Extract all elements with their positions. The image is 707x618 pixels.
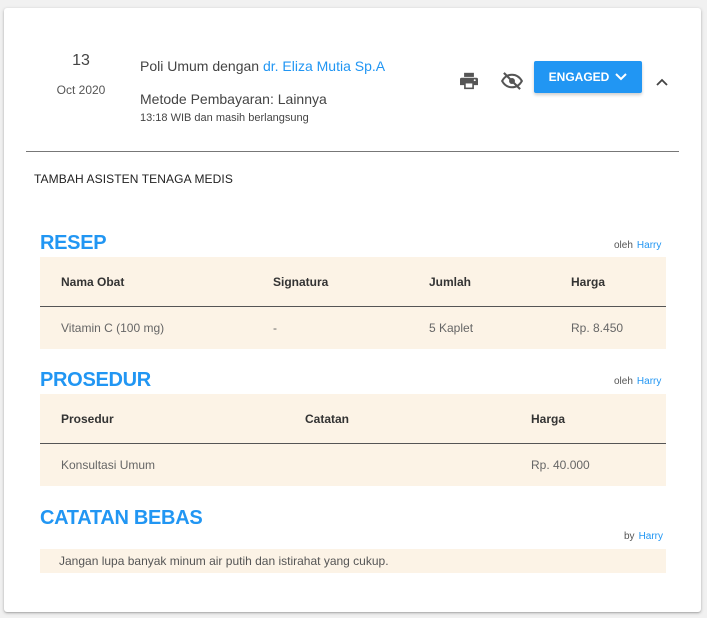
prosedur-col-prosedur: Prosedur [61,412,114,426]
payment-method: Metode Pembayaran: Lainnya [140,91,327,107]
print-button[interactable] [456,68,482,94]
chevron-down-icon [615,73,628,81]
add-assistant-button[interactable]: TAMBAH ASISTEN TENAGA MEDIS [34,172,233,186]
collapse-button[interactable] [649,69,675,95]
prosedur-table: Prosedur Catatan Harga Konsultasi Umum R… [40,394,666,486]
status-label: ENGAGED [548,70,610,84]
prosedur-col-catatan: Catatan [305,412,350,426]
visit-title-prefix: Poli Umum dengan [140,58,260,74]
visit-day: 13 [72,52,90,69]
doctor-link[interactable]: dr. Eliza Mutia Sp.A [263,58,385,74]
catatan-title: CATATAN BEBAS [40,507,203,529]
resep-by-label: oleh [614,240,633,251]
resep-title: RESEP [40,232,107,254]
status-dropdown-button[interactable]: ENGAGED [534,61,642,93]
resep-header-row: Nama Obat Signatura Jumlah Harga [40,257,666,307]
resep-author-line: oleh Harry [614,240,661,251]
resep-table: Nama Obat Signatura Jumlah Harga Vitamin… [40,257,666,349]
catatan-text: Jangan lupa banyak minum air putih dan i… [40,549,666,573]
resep-col-harga: Harga [571,275,606,289]
printer-icon [460,72,478,90]
visit-month-year: Oct 2020 [56,83,106,97]
prosedur-col-harga: Harga [531,412,566,426]
visit-title: Poli Umum dengan dr. Eliza Mutia Sp.A [140,58,385,74]
visit-card: 13 Oct 2020 Poli Umum dengan dr. Eliza M… [4,8,701,612]
resep-cell-jumlah: 5 Kaplet [429,321,474,335]
resep-cell-signatura: - [273,321,277,335]
resep-cell-harga: Rp. 8.450 [571,321,624,335]
resep-col-signatura: Signatura [273,275,329,289]
prosedur-header-row: Prosedur Catatan Harga [40,394,666,444]
resep-cell-nama-obat: Vitamin C (100 mg) [61,321,165,335]
prosedur-title: PROSEDUR [40,369,151,391]
table-row: Vitamin C (100 mg) - 5 Kaplet Rp. 8.450 [40,307,666,349]
table-row: Konsultasi Umum Rp. 40.000 [40,444,666,486]
visit-time-note: 13:18 WIB dan masih berlangsung [140,112,309,124]
prosedur-cell-harga: Rp. 40.000 [531,458,590,472]
catatan-author-link[interactable]: Harry [639,531,663,542]
prosedur-author-line: oleh Harry [614,376,661,387]
hide-button[interactable] [499,68,525,94]
eye-off-icon [501,72,523,90]
prosedur-cell-prosedur: Konsultasi Umum [61,458,156,472]
resep-col-jumlah: Jumlah [429,275,472,289]
header-divider [26,151,679,152]
catatan-author-line: by Harry [624,531,663,542]
resep-col-nama-obat: Nama Obat [61,275,125,289]
catatan-by-label: by [624,531,635,542]
prosedur-by-label: oleh [614,376,633,387]
chevron-up-icon [656,78,668,86]
prosedur-author-link[interactable]: Harry [637,376,661,387]
resep-author-link[interactable]: Harry [637,240,661,251]
